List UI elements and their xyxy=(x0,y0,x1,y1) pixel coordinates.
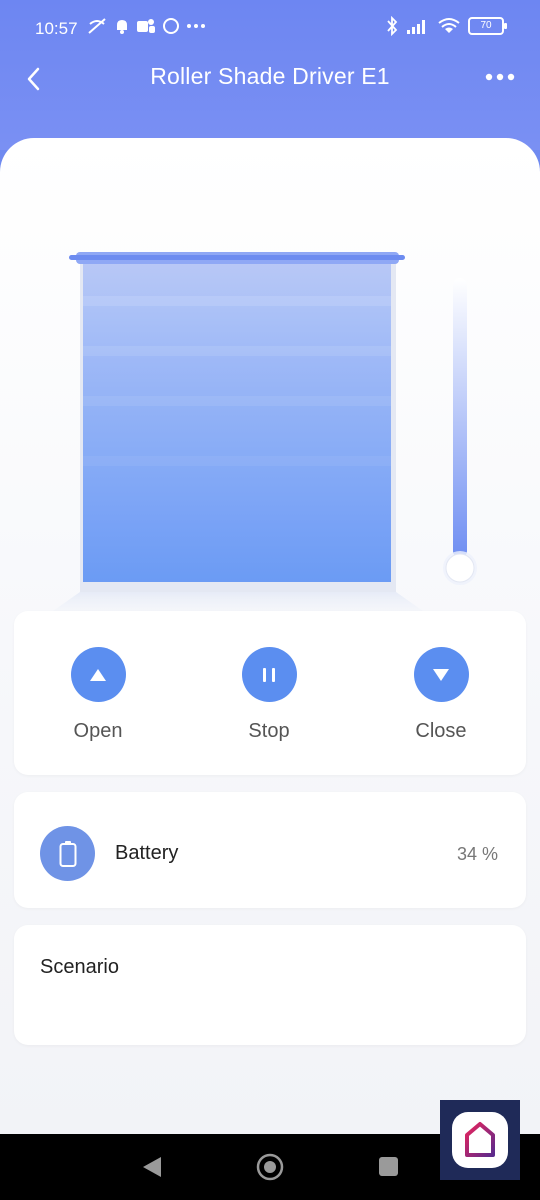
stop-label: Stop xyxy=(248,720,290,742)
battery-icon-circle xyxy=(40,826,95,881)
close-arrow-icon xyxy=(433,668,449,681)
nav-back-icon xyxy=(143,1157,161,1177)
nav-recents-button[interactable] xyxy=(371,1152,405,1182)
home-app-inner xyxy=(452,1112,508,1168)
shade-fabric xyxy=(83,260,391,582)
wifi-icon xyxy=(438,18,460,33)
battery-icon xyxy=(59,840,76,867)
signal-icon xyxy=(407,20,425,34)
status-bar: 10:57 70 xyxy=(0,0,540,60)
more-dots-icon xyxy=(485,73,515,81)
scenario-card[interactable]: Scenario xyxy=(14,925,526,1045)
pause-icon xyxy=(263,667,275,682)
bluetooth-icon xyxy=(387,16,398,36)
more-options-button[interactable] xyxy=(480,62,520,92)
controls-card: Open Stop Close xyxy=(14,611,526,775)
nav-home-button[interactable] xyxy=(253,1152,287,1182)
slider-thumb[interactable] xyxy=(445,553,475,583)
teams-icon xyxy=(137,19,155,33)
bell-icon xyxy=(117,20,127,34)
stop-button[interactable]: Stop xyxy=(214,647,324,743)
open-arrow-icon xyxy=(90,668,106,681)
battery-value: 34 % xyxy=(456,844,498,864)
close-label: Close xyxy=(415,720,467,742)
nav-back-button[interactable] xyxy=(135,1152,169,1182)
battery-card: Battery 34 % xyxy=(14,792,526,908)
app-bar: Roller Shade Driver E1 xyxy=(0,56,540,100)
status-time: 10:57 xyxy=(35,19,78,38)
circle-icon xyxy=(163,18,179,34)
open-label: Open xyxy=(73,720,123,742)
close-button[interactable]: Close xyxy=(386,647,496,743)
status-battery-icon: 70 xyxy=(468,17,507,35)
home-icon xyxy=(465,1122,495,1157)
slider-track xyxy=(453,278,467,558)
system-icons: 70 xyxy=(386,16,507,36)
mute-icon xyxy=(88,18,106,34)
home-app-button[interactable] xyxy=(440,1100,520,1180)
shade-position-slider[interactable] xyxy=(440,278,480,598)
battery-label: Battery xyxy=(115,842,179,864)
stop-circle xyxy=(241,647,297,702)
open-circle xyxy=(70,647,126,702)
notification-icons xyxy=(86,16,206,36)
close-circle xyxy=(413,647,469,702)
overflow-dots-icon xyxy=(187,24,205,28)
scenario-label: Scenario xyxy=(40,956,119,978)
open-button[interactable]: Open xyxy=(43,647,153,743)
page-title: Roller Shade Driver E1 xyxy=(150,63,390,89)
header: 10:57 70 Roller Shade Driver E1 xyxy=(0,0,540,150)
nav-home-icon xyxy=(256,1153,284,1181)
nav-recents-icon xyxy=(379,1157,398,1176)
